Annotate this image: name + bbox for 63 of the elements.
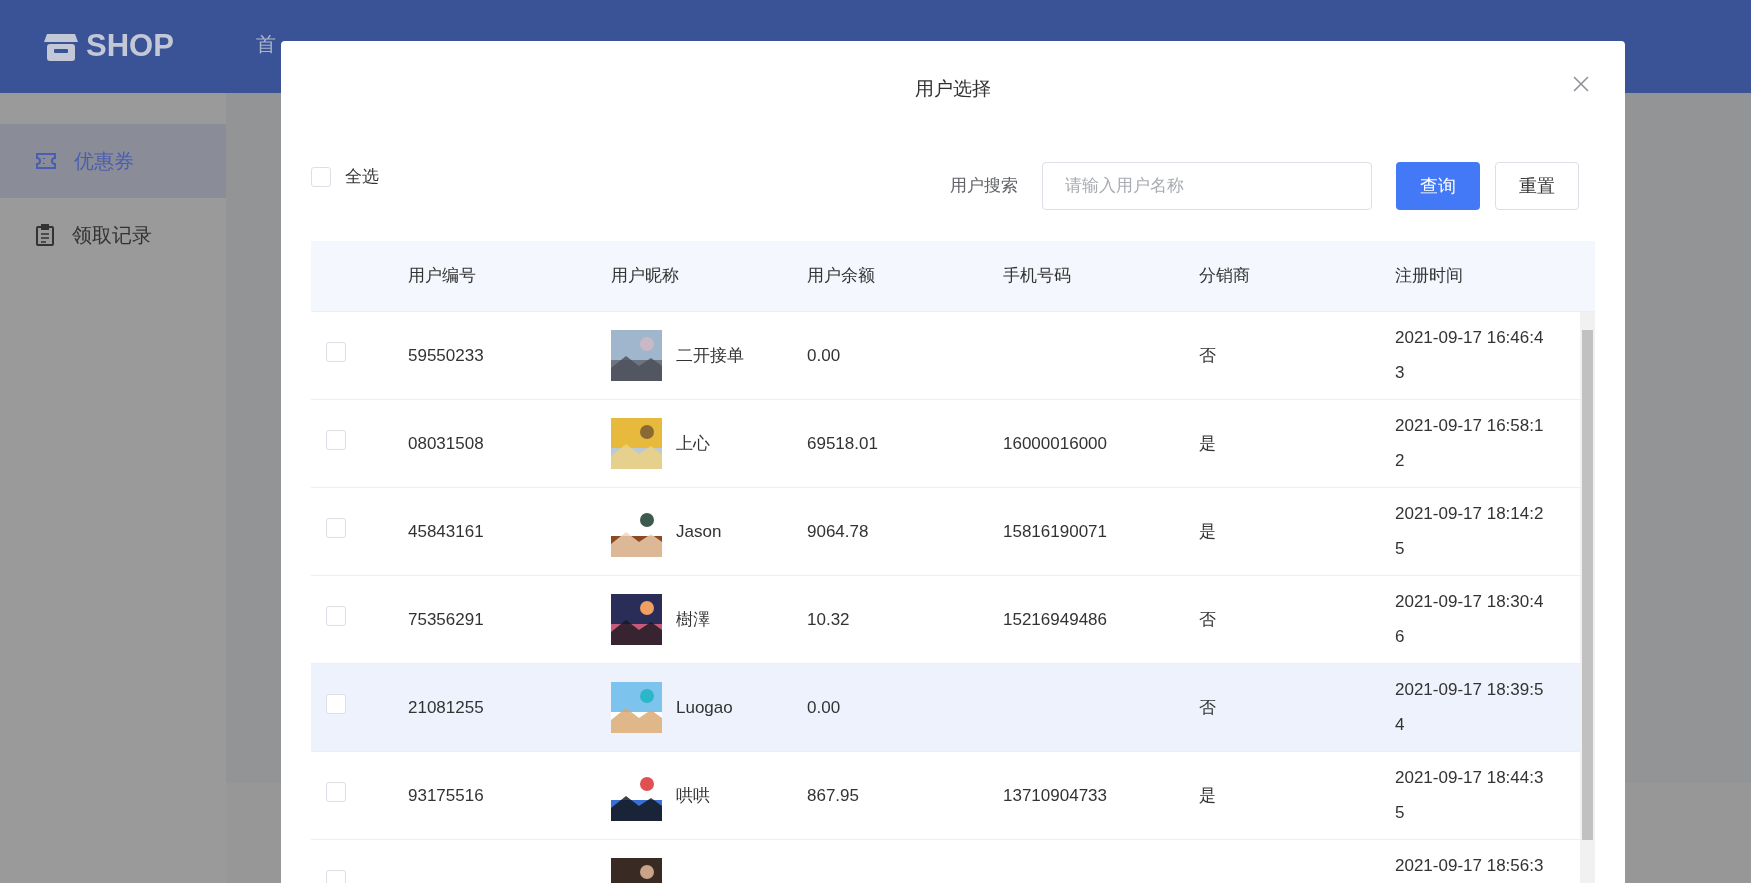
checkbox[interactable] <box>311 166 331 187</box>
column-header: 用户昵称 <box>611 265 680 288</box>
table-cell-text: 2021-09-17 18:44:35 <box>1395 767 1545 824</box>
table-cell-text: 哄哄 <box>676 784 710 807</box>
table-cell-text: 上心 <box>676 432 710 455</box>
checkbox[interactable] <box>326 517 346 538</box>
table-cell-text: 2021-09-17 18:14:25 <box>1395 503 1545 560</box>
table-cell: 69518.01 <box>807 433 878 453</box>
search-field[interactable]: 请输入用户名称 <box>1042 162 1372 210</box>
table-cell: 0.00 <box>807 697 841 717</box>
select-all-label: 全选 <box>345 166 379 188</box>
column-header: 用户编号 <box>408 265 477 288</box>
logo-text: SHOP <box>86 27 174 66</box>
checkbox[interactable] <box>326 781 346 802</box>
search-label: 用户搜索 <box>950 175 1018 198</box>
table-cell-text: 2021-09-17 16:58:12 <box>1395 415 1545 472</box>
column-header: 分销商 <box>1199 265 1251 288</box>
table-cell: 15216949486 <box>1003 609 1107 629</box>
table-cell: 15816190071 <box>1003 521 1107 541</box>
ticket-icon <box>36 153 56 169</box>
checkbox[interactable] <box>326 429 346 450</box>
column-header: 注册时间 <box>1395 265 1463 288</box>
dialog-title: 用户选择 <box>915 77 991 101</box>
table-cell: 否 <box>1199 609 1216 629</box>
table-cell: 08031508 <box>408 433 484 453</box>
table-cell: 75356291 <box>408 609 484 629</box>
table-cell: 否 <box>1199 345 1216 365</box>
table-cell: 59550233 <box>408 345 484 365</box>
table-cell: 0.00 <box>807 345 841 365</box>
table-cell-text: 2021-09-17 18:30:46 <box>1395 591 1545 648</box>
clipboard-icon <box>36 224 54 246</box>
table-cell: 16000016000 <box>1003 433 1107 453</box>
table-cell-text: Luogao <box>676 696 733 719</box>
checkbox[interactable] <box>326 341 346 362</box>
table-cell: 是 <box>1199 521 1216 541</box>
column-header: 用户余额 <box>807 265 876 288</box>
query-button[interactable]: 查询 <box>1396 162 1480 210</box>
table-cell: 13710904733 <box>1003 785 1107 805</box>
table-cell: 21081255 <box>408 697 484 717</box>
table-cell: 是 <box>1199 433 1216 453</box>
checkbox[interactable] <box>326 693 346 714</box>
reset-button[interactable]: 重置 <box>1495 162 1579 210</box>
checkbox[interactable] <box>326 605 346 626</box>
table-cell: 93175516 <box>408 785 484 805</box>
store-icon <box>44 31 78 62</box>
column-header: 手机号码 <box>1003 265 1072 288</box>
table-cell: 是 <box>1199 785 1216 805</box>
table-cell: 45843161 <box>408 521 484 541</box>
nav-link[interactable]: 首 <box>256 29 276 59</box>
table-cell-text: 2021-09-17 18:56:3 <box>1395 855 1545 877</box>
table-cell-text: 2021-09-17 16:46:43 <box>1395 327 1545 384</box>
table-row[interactable]: 21081255 Luogao 0.00 否 2021-09-17 18:39:54 <box>311 664 1580 752</box>
table-cell: 9064.78 <box>807 521 869 541</box>
table-cell: 10.32 <box>807 609 850 629</box>
sidebar-item[interactable]: 领取记录 <box>0 198 226 272</box>
table-cell: 否 <box>1199 697 1216 717</box>
close-icon[interactable] <box>1572 75 1590 93</box>
table-cell-text: Jason <box>676 520 722 543</box>
table-cell-text: 樹澤 <box>676 608 710 631</box>
checkbox[interactable] <box>326 869 346 883</box>
table-cell-text: 2021-09-17 18:39:54 <box>1395 679 1545 736</box>
table-cell: 867.95 <box>807 785 859 805</box>
table-cell-text: 二开接单 <box>676 344 744 367</box>
